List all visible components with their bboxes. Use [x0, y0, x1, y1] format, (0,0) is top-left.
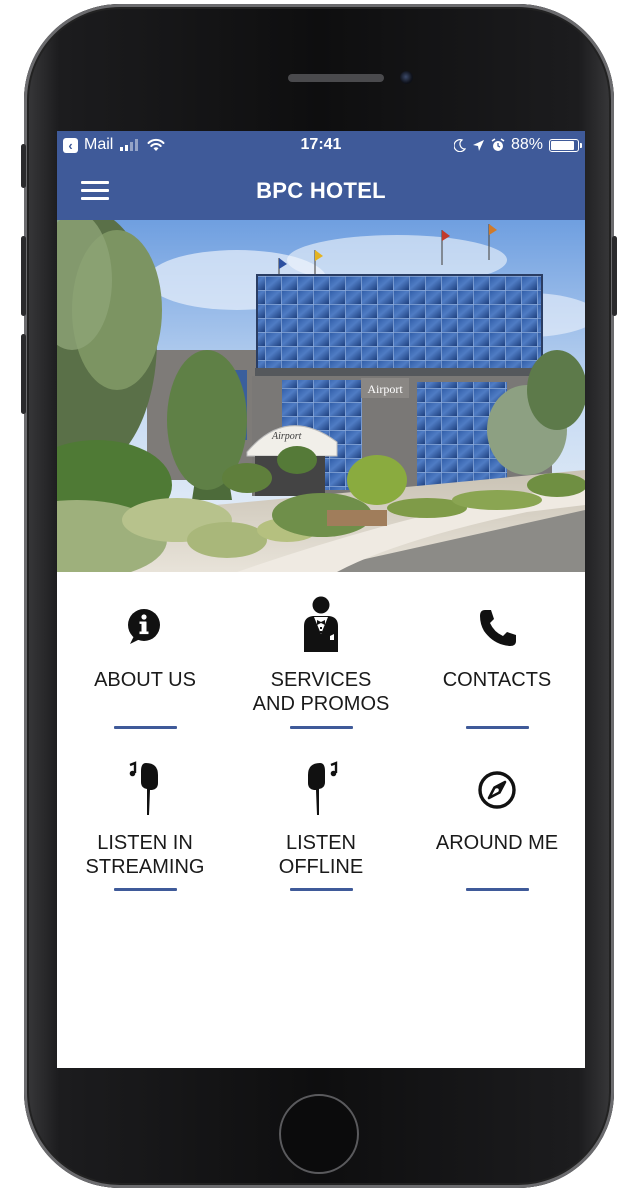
around-me-underline — [466, 888, 529, 891]
canopy-sign: Airport — [271, 431, 302, 442]
listen-in-streaming-label: LISTEN IN STREAMING — [85, 832, 205, 878]
volume-up-button[interactable] — [21, 236, 26, 316]
earphone-music-icon — [129, 761, 158, 815]
battery-icon — [549, 138, 582, 152]
services-and-promos-underline — [290, 726, 353, 729]
listen-in-streaming-tile[interactable]: LISTEN IN STREAMING — [57, 737, 233, 897]
around-me-label: AROUND ME — [435, 832, 559, 854]
phone-icon — [480, 610, 516, 646]
home-button[interactable] — [279, 1094, 359, 1174]
hotel-hero-image: Airport Airport — [57, 220, 585, 572]
volume-down-button[interactable] — [21, 334, 26, 414]
screen: ‹ Mail 17:41 88% BPC HOTEL Airport Airpo… — [57, 131, 585, 1068]
contacts-label: CONTACTS — [442, 669, 552, 691]
about-us-underline — [114, 726, 177, 729]
status-bar: ‹ Mail 17:41 88% — [57, 131, 585, 159]
listen-offline-tile[interactable]: LISTEN OFFLINE — [233, 737, 409, 897]
listen-offline-label: LISTEN OFFLINE — [278, 832, 364, 878]
hotel-sign: Airport — [367, 382, 403, 396]
about-us-label: ABOUT US — [94, 669, 196, 691]
earpiece-speaker — [288, 74, 384, 82]
moon-icon — [453, 138, 466, 152]
listen-offline-underline — [290, 888, 353, 891]
around-me-tile[interactable]: AROUND ME — [409, 737, 585, 897]
services-and-promos-tile[interactable]: SERVICES AND PROMOS — [233, 572, 409, 737]
power-button[interactable] — [612, 236, 617, 316]
mute-switch[interactable] — [21, 144, 26, 188]
front-camera — [400, 71, 413, 84]
status-right: 88% — [453, 136, 582, 154]
services-and-promos-label: SERVICES AND PROMOS — [252, 669, 390, 715]
battery-fill — [551, 140, 574, 150]
alarm-icon — [491, 138, 505, 151]
battery-percent: 88% — [510, 136, 543, 153]
stage: ‹ Mail 17:41 88% BPC HOTEL Airport Airpo… — [0, 0, 631, 1191]
contacts-tile[interactable]: CONTACTS — [409, 572, 585, 737]
app-bar: BPC HOTEL — [57, 159, 585, 220]
info-icon — [128, 609, 160, 644]
listen-in-streaming-underline — [114, 888, 177, 891]
butler-icon — [304, 596, 338, 652]
contacts-underline — [466, 726, 529, 729]
earphone-music-icon — [308, 761, 338, 815]
about-us-tile[interactable]: ABOUT US — [57, 572, 233, 737]
app-title: BPC HOTEL — [256, 178, 386, 203]
compass-icon — [478, 771, 516, 809]
location-arrow-icon — [472, 139, 484, 151]
